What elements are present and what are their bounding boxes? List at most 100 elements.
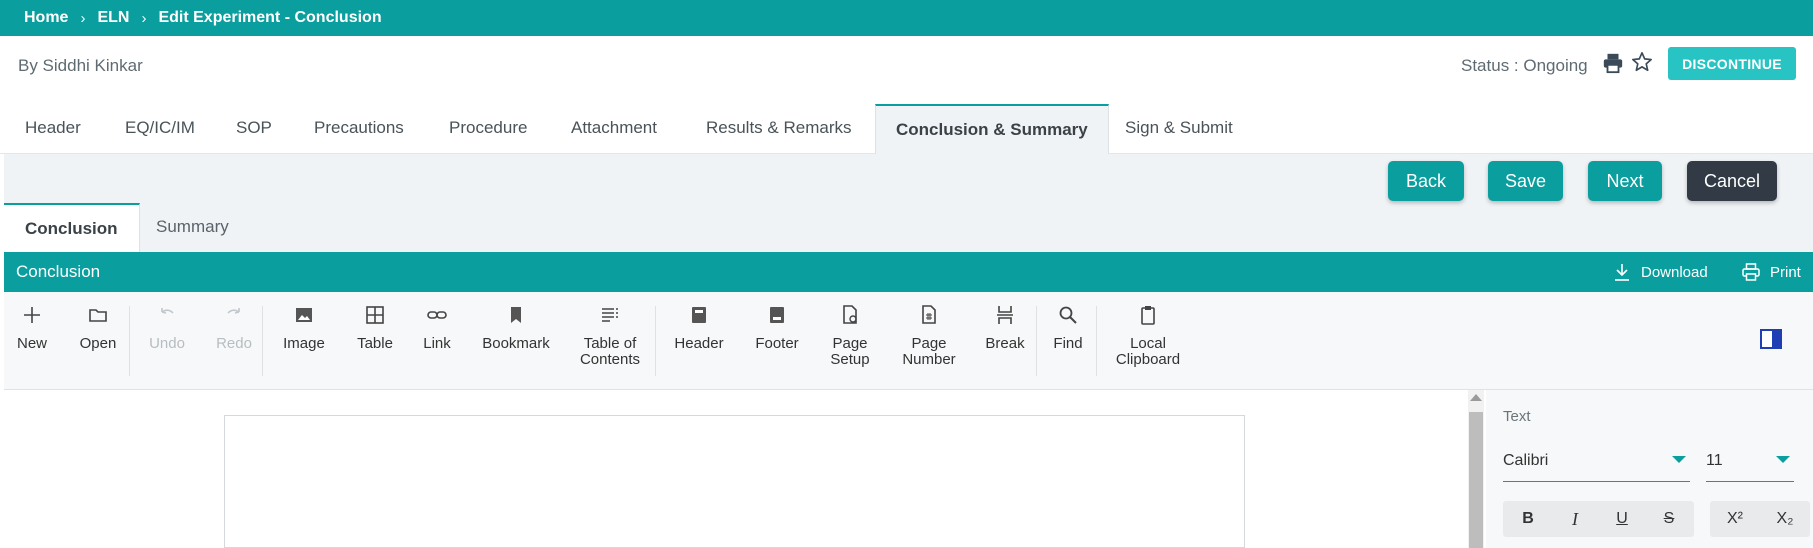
dropdown-caret-icon [1672, 456, 1686, 463]
printer-icon[interactable] [1602, 52, 1624, 74]
page-number-label-line2: Number [902, 351, 956, 368]
ribbon-divider [262, 306, 263, 376]
printer-icon [1742, 263, 1760, 281]
tab-precautions[interactable]: Precautions [294, 104, 424, 154]
image-button[interactable]: Image [274, 304, 334, 352]
break-button[interactable]: Break [980, 304, 1030, 352]
toggle-properties-pane-icon[interactable] [1760, 329, 1782, 349]
breadcrumb-home[interactable]: Home [24, 9, 68, 27]
table-button[interactable]: Table [348, 304, 402, 352]
undo-button[interactable]: Undo [142, 304, 192, 352]
table-icon [366, 306, 384, 324]
chevron-right-icon: › [141, 9, 147, 27]
tab-results-remarks[interactable]: Results & Remarks [686, 104, 871, 154]
header-label: Header [674, 335, 724, 352]
link-button[interactable]: Link [414, 304, 460, 352]
font-family-select[interactable]: Calibri [1503, 442, 1690, 482]
page-number-label-line1: Page [911, 335, 947, 352]
clipboard-label-line2: Clipboard [1115, 351, 1181, 368]
panel-header: Conclusion Download Print [4, 252, 1813, 292]
footer-icon [770, 307, 784, 323]
superscript-button[interactable]: X² [1710, 501, 1760, 537]
tab-header[interactable]: Header [5, 104, 101, 154]
tab-procedure[interactable]: Procedure [429, 104, 547, 154]
save-button[interactable]: Save [1488, 161, 1563, 201]
page-number-button[interactable]: Page Number [894, 304, 964, 368]
page-setup-label-line2: Setup [830, 351, 870, 368]
plus-icon [24, 307, 40, 323]
toc-label-line1: Table of [583, 335, 637, 352]
star-icon[interactable] [1631, 51, 1653, 73]
print-label: Print [1770, 263, 1801, 281]
page-setup-label-line1: Page [832, 335, 868, 352]
break-label: Break [985, 335, 1025, 352]
panel-title: Conclusion [16, 262, 101, 281]
download-label: Download [1641, 263, 1708, 281]
font-size-select[interactable]: 11 [1706, 442, 1794, 482]
ribbon-divider [129, 306, 130, 376]
link-icon [427, 311, 447, 319]
new-button[interactable]: New [12, 304, 52, 352]
subtab-conclusion[interactable]: Conclusion [4, 203, 140, 252]
redo-label: Redo [216, 335, 252, 352]
clipboard-label-line1: Local [1130, 335, 1166, 352]
chevron-right-icon: › [80, 9, 86, 27]
back-button[interactable]: Back [1388, 161, 1464, 201]
table-of-contents-icon [602, 308, 618, 322]
ribbon-toolbar: New Open Undo Redo Image Table Link Book… [4, 292, 1813, 390]
redo-icon [227, 308, 240, 314]
subtab-summary[interactable]: Summary [135, 203, 250, 252]
main-tabs: Header EQ/IC/IM SOP Precautions Procedur… [0, 104, 1813, 155]
tab-eq-ic-im[interactable]: EQ/IC/IM [105, 104, 215, 154]
table-label: Table [357, 335, 393, 352]
ribbon-divider [1096, 306, 1097, 376]
status-label: Status : Ongoing [1461, 56, 1588, 75]
tab-attachment[interactable]: Attachment [551, 104, 677, 154]
cancel-button[interactable]: Cancel [1687, 161, 1777, 201]
find-button[interactable]: Find [1048, 304, 1088, 352]
breadcrumb-current: Edit Experiment - Conclusion [158, 9, 382, 26]
font-family-value: Calibri [1503, 452, 1549, 469]
discontinue-button[interactable]: DISCONTINUE [1668, 47, 1796, 80]
bookmark-button[interactable]: Bookmark [476, 304, 556, 352]
underline-button[interactable]: U [1597, 501, 1647, 537]
breadcrumb-eln[interactable]: ELN [97, 9, 129, 27]
document-page[interactable] [224, 415, 1245, 548]
italic-button[interactable]: I [1550, 501, 1600, 537]
image-label: Image [283, 335, 325, 352]
page-break-icon [997, 306, 1013, 324]
image-icon [296, 308, 312, 322]
tab-conclusion-summary[interactable]: Conclusion & Summary [875, 104, 1109, 155]
bookmark-label: Bookmark [482, 335, 550, 352]
page-setup-icon [843, 305, 857, 324]
local-clipboard-button[interactable]: Local Clipboard [1108, 304, 1188, 368]
bold-button[interactable]: B [1503, 501, 1553, 537]
ribbon-divider [1036, 306, 1037, 376]
header-icon [692, 307, 706, 323]
strikethrough-button[interactable]: S [1644, 501, 1694, 537]
dropdown-caret-icon [1776, 456, 1790, 463]
tab-sign-submit[interactable]: Sign & Submit [1105, 104, 1253, 154]
page-setup-button[interactable]: Page Setup [822, 304, 878, 368]
ribbon-divider [655, 306, 656, 376]
find-label: Find [1053, 335, 1083, 352]
download-button[interactable]: Download [1613, 252, 1708, 292]
table-of-contents-button[interactable]: Table of Contents [574, 304, 646, 368]
scroll-up-arrow-icon[interactable] [1470, 394, 1482, 401]
download-icon [1615, 264, 1629, 281]
page-number-icon [922, 305, 936, 324]
print-button[interactable]: Print [1742, 252, 1801, 292]
subscript-button[interactable]: X₂ [1760, 501, 1810, 537]
tab-sop[interactable]: SOP [216, 104, 292, 154]
header-button[interactable]: Header [668, 304, 730, 352]
author-label: By Siddhi Kinkar [18, 56, 143, 75]
search-icon [1059, 306, 1077, 324]
new-label: New [16, 335, 47, 352]
scrollbar-thumb[interactable] [1469, 412, 1483, 548]
footer-button[interactable]: Footer [747, 304, 807, 352]
open-button[interactable]: Open [73, 304, 123, 352]
clipboard-icon [1141, 306, 1155, 325]
footer-label: Footer [755, 335, 799, 352]
redo-button[interactable]: Redo [209, 304, 259, 352]
next-button[interactable]: Next [1588, 161, 1662, 201]
